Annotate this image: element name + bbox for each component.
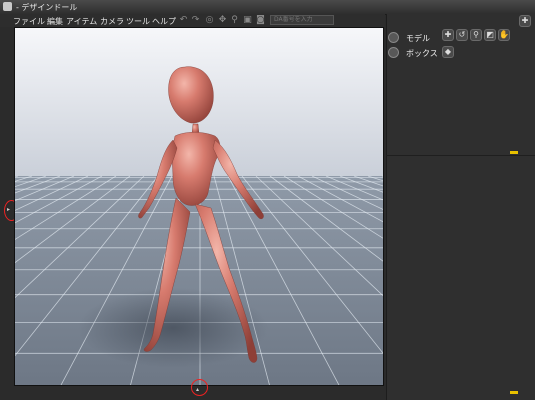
zoom-model-icon[interactable]: ⚲: [470, 29, 482, 41]
panel-divider: [386, 155, 535, 156]
title-bar: - デザインドール: [0, 0, 535, 15]
rotate-model-icon[interactable]: ↺: [456, 29, 468, 41]
menu-help[interactable]: ヘルプ: [152, 16, 176, 27]
highlight-circle: [191, 379, 208, 396]
panel-row-label: ボックス: [406, 49, 438, 58]
zoom-icon[interactable]: ⚲: [230, 16, 239, 25]
undo-icon[interactable]: ↶: [179, 16, 188, 25]
menu-tools[interactable]: ツール: [126, 16, 150, 27]
menu-file[interactable]: ファイル: [13, 16, 45, 27]
eye-icon[interactable]: [388, 32, 399, 43]
panel-resize-marker[interactable]: [510, 391, 518, 394]
select-icon[interactable]: ◩: [484, 29, 496, 41]
scene-canvas: [15, 28, 383, 385]
add-icon[interactable]: ✚: [442, 29, 454, 41]
menu-camera[interactable]: カメラ: [100, 16, 124, 27]
panel-row-model[interactable]: モデル: [388, 31, 448, 45]
eye-icon[interactable]: [388, 47, 399, 58]
rotate-icon[interactable]: ◎: [205, 16, 214, 25]
panel-row-box[interactable]: ボックス: [388, 46, 448, 60]
menu-item[interactable]: アイテム: [66, 16, 97, 27]
menu-edit[interactable]: 編集: [47, 16, 63, 27]
window-title: - デザインドール: [16, 3, 78, 12]
panel-resize-marker[interactable]: [510, 151, 518, 154]
right-panel: [386, 14, 535, 400]
cube-icon[interactable]: ◆: [442, 46, 454, 58]
screenshot-icon[interactable]: ◙: [256, 16, 265, 25]
app-icon: [3, 2, 12, 11]
add-icon[interactable]: ✚: [519, 15, 531, 27]
search-input[interactable]: [270, 15, 334, 25]
move-icon[interactable]: ✥: [218, 16, 227, 25]
3d-viewport[interactable]: [14, 27, 384, 386]
redo-icon[interactable]: ↷: [191, 16, 200, 25]
hand-icon[interactable]: ✋: [498, 29, 510, 41]
camera-icon[interactable]: ▣: [243, 16, 252, 25]
panel-row-label: モデル: [406, 34, 430, 43]
